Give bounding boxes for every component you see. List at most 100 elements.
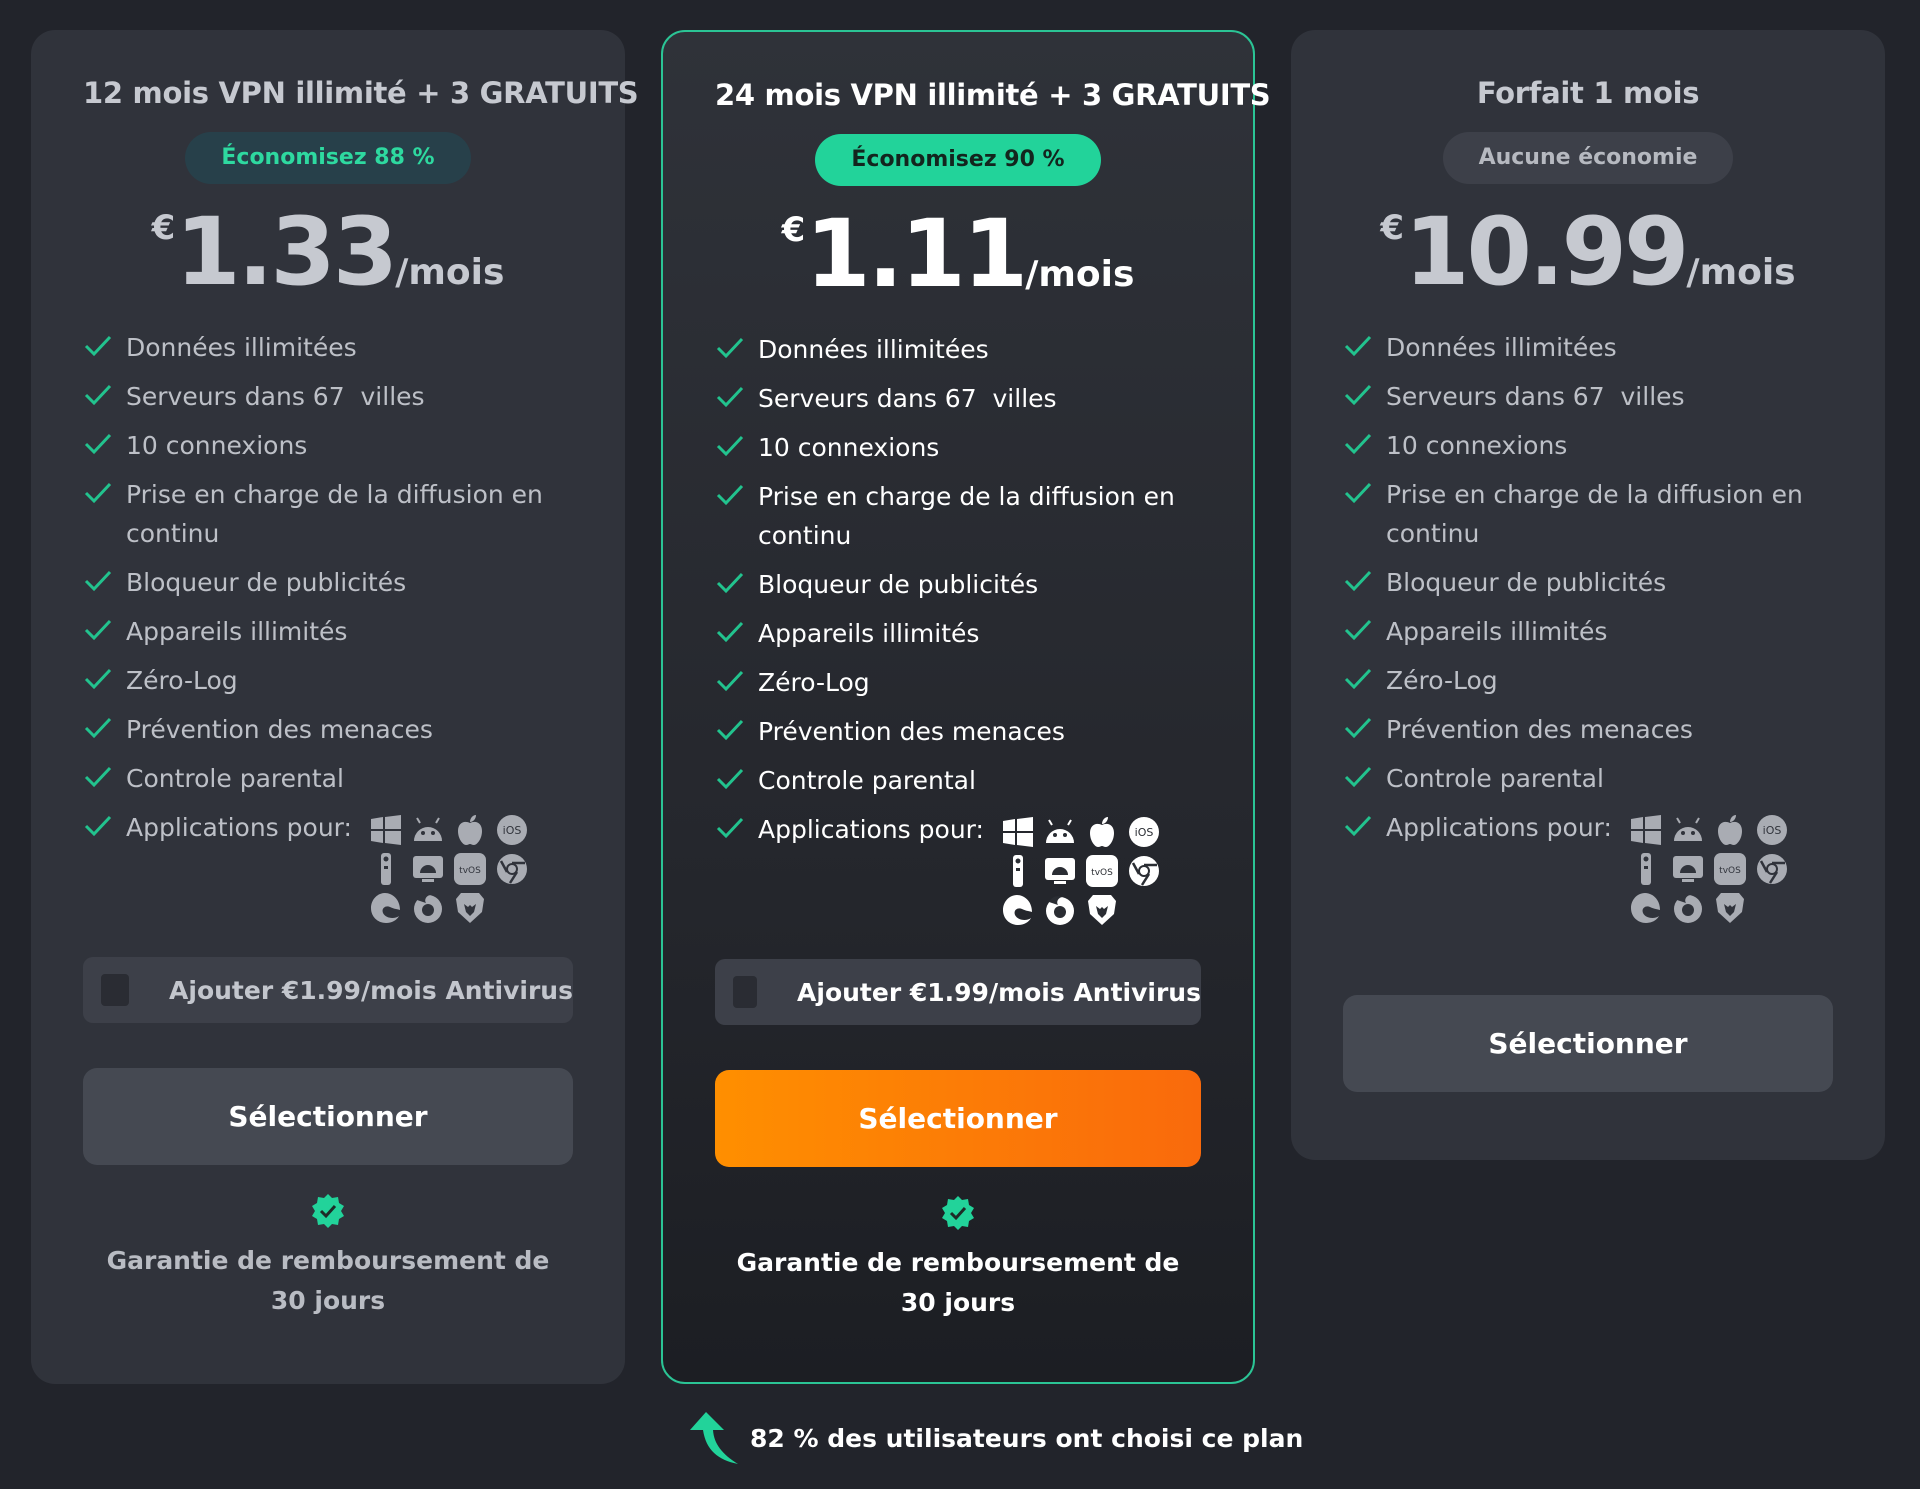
- select-button[interactable]: Sélectionner: [83, 1068, 573, 1165]
- android-tv-icon: [1670, 851, 1706, 887]
- feature-item: Bloqueur de publicités: [1343, 563, 1833, 602]
- feature-item: Prévention des menaces: [83, 710, 573, 749]
- feature-item: Prise en charge de la diffusion en conti…: [715, 477, 1201, 555]
- price-currency: €: [151, 208, 176, 248]
- feature-item: Données illimitées: [83, 328, 573, 367]
- android-icon: [1042, 814, 1078, 850]
- svg-text:iOS: iOS: [503, 824, 522, 837]
- apple-icon: [1084, 814, 1120, 850]
- check-icon: [1344, 433, 1372, 455]
- tvos-icon: tvOS: [1712, 851, 1748, 887]
- guarantee-text: Garantie de remboursement de 30 jours: [106, 1246, 550, 1315]
- feature-item: 10 connexions: [715, 428, 1201, 467]
- select-button[interactable]: Sélectionner: [715, 1070, 1201, 1167]
- feature-list: Données illimitées Serveurs dans 67 vill…: [715, 330, 1201, 931]
- price-amount: 1.33: [175, 198, 398, 307]
- app-icons: iOS tvOS: [368, 812, 548, 929]
- brave-icon: [1084, 892, 1120, 928]
- check-icon: [1344, 717, 1372, 739]
- svg-text:tvOS: tvOS: [1719, 866, 1741, 876]
- firefox-icon: [1042, 892, 1078, 928]
- svg-text:iOS: iOS: [1763, 824, 1782, 837]
- feature-item: Bloqueur de publicités: [83, 563, 573, 602]
- check-icon: [84, 384, 112, 406]
- ios-icon: iOS: [1754, 812, 1790, 848]
- ios-icon: iOS: [1126, 814, 1162, 850]
- price-amount: 10.99: [1404, 198, 1689, 307]
- plan-price: €1.33/mois: [83, 198, 573, 308]
- app-icons: iOS tvOS: [1000, 814, 1180, 931]
- price-period: /mois: [1686, 252, 1796, 293]
- feature-item: 10 connexions: [83, 426, 573, 465]
- feature-item: Serveurs dans 67 villes: [83, 377, 573, 416]
- fire-tv-remote-icon: [1628, 851, 1664, 887]
- addon-checkbox-box[interactable]: [733, 976, 758, 1008]
- check-icon: [1344, 335, 1372, 357]
- svg-text:tvOS: tvOS: [459, 866, 481, 876]
- check-icon: [716, 435, 744, 457]
- plan-title: 24 mois VPN illimité + 3 GRATUITS: [715, 78, 1271, 112]
- check-icon: [716, 621, 744, 643]
- apps-label: Applications pour:: [126, 813, 352, 842]
- plan-title: 12 mois VPN illimité + 3 GRATUITS: [83, 76, 639, 110]
- check-icon: [1344, 384, 1372, 406]
- feature-item: 10 connexions: [1343, 426, 1833, 465]
- savings-badge: Économisez 88 %: [185, 132, 471, 184]
- feature-item: Prise en charge de la diffusion en conti…: [1343, 475, 1833, 553]
- check-icon: [716, 572, 744, 594]
- check-icon: [716, 768, 744, 790]
- plan-card-24-months: 24 mois VPN illimité + 3 GRATUITS Économ…: [661, 30, 1271, 1384]
- price-period: /mois: [1025, 254, 1135, 295]
- price-currency: €: [1380, 208, 1405, 248]
- feature-item: Serveurs dans 67 villes: [715, 379, 1201, 418]
- check-icon: [84, 619, 112, 641]
- android-icon: [1670, 812, 1706, 848]
- brave-icon: [452, 890, 488, 926]
- check-icon: [716, 484, 744, 506]
- money-back-guarantee: Garantie de remboursement de 30 jours: [83, 1193, 573, 1321]
- select-button[interactable]: Sélectionner: [1343, 995, 1833, 1092]
- check-icon: [716, 817, 744, 839]
- addon-checkbox-box[interactable]: [101, 974, 130, 1006]
- check-icon: [1344, 815, 1372, 837]
- antivirus-addon-checkbox[interactable]: Ajouter €1.99/mois Antivirus: [83, 957, 573, 1023]
- tvos-icon: tvOS: [1084, 853, 1120, 889]
- feature-item: Zéro-Log: [83, 661, 573, 700]
- feature-item: Prévention des menaces: [715, 712, 1201, 751]
- antivirus-addon-checkbox[interactable]: Ajouter €1.99/mois Antivirus: [715, 959, 1201, 1025]
- plan-card-1-month: Forfait 1 mois Aucune économie €10.99/mo…: [1291, 30, 1885, 1160]
- check-icon: [84, 815, 112, 837]
- feature-item: Zéro-Log: [1343, 661, 1833, 700]
- svg-text:tvOS: tvOS: [1091, 868, 1113, 878]
- plan-card-12-months: 12 mois VPN illimité + 3 GRATUITS Économ…: [31, 30, 639, 1384]
- brave-icon: [1712, 890, 1748, 926]
- edge-icon: [1000, 892, 1036, 928]
- feature-item: Données illimitées: [1343, 328, 1833, 367]
- feature-item: Controle parental: [1343, 759, 1833, 798]
- android-icon: [410, 812, 446, 848]
- feature-item: Appareils illimités: [715, 614, 1201, 653]
- check-icon: [84, 668, 112, 690]
- check-icon: [84, 335, 112, 357]
- feature-item: Controle parental: [83, 759, 573, 798]
- feature-apps: Applications pour: iOS tvOS: [715, 810, 1201, 931]
- firefox-icon: [1670, 890, 1706, 926]
- check-icon: [84, 717, 112, 739]
- savings-badge: Économisez 90 %: [815, 134, 1101, 186]
- tvos-icon: tvOS: [452, 851, 488, 887]
- fire-tv-remote-icon: [1000, 853, 1036, 889]
- android-tv-icon: [410, 851, 446, 887]
- feature-item: Prévention des menaces: [1343, 710, 1833, 749]
- price-period: /mois: [395, 252, 505, 293]
- feature-item: Appareils illimités: [83, 612, 573, 651]
- check-icon: [1344, 570, 1372, 592]
- price-amount: 1.11: [805, 200, 1028, 309]
- popular-plan-text: 82 % des utilisateurs ont choisi ce plan: [750, 1423, 1304, 1453]
- windows-icon: [1628, 812, 1664, 848]
- firefox-icon: [410, 890, 446, 926]
- feature-item: Bloqueur de publicités: [715, 565, 1201, 604]
- addon-label: Ajouter €1.99/mois Antivirus: [169, 975, 573, 1005]
- check-icon: [716, 386, 744, 408]
- app-icons: iOS tvOS: [1628, 812, 1808, 929]
- feature-item: Données illimitées: [715, 330, 1201, 369]
